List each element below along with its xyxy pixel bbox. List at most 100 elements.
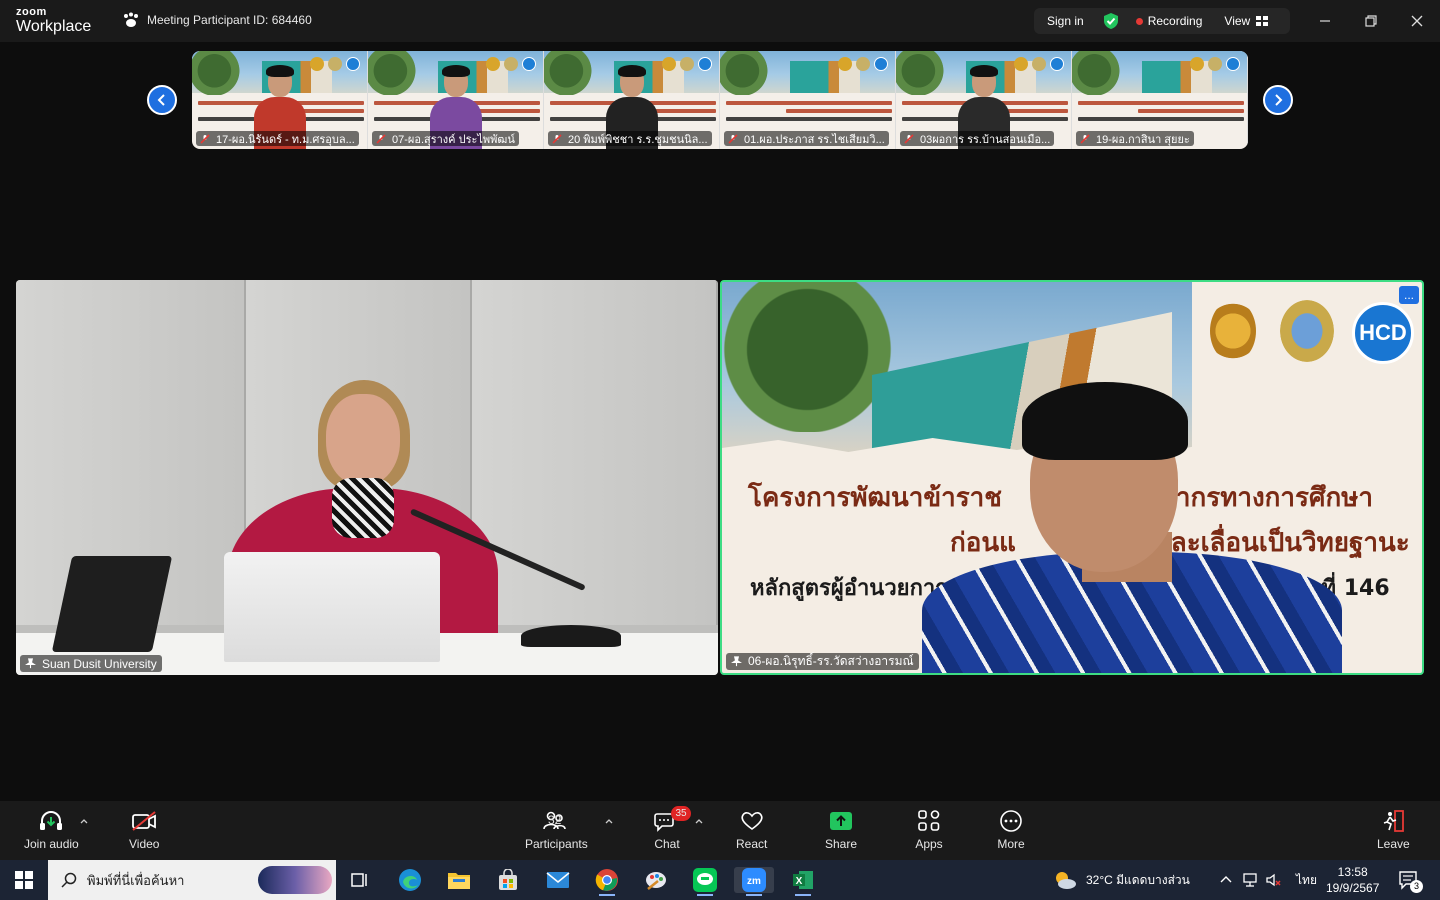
slide-logos [662,57,712,71]
restore-button[interactable] [1360,10,1382,32]
clock-date: 19/9/2567 [1326,881,1380,895]
participant-thumbnail[interactable]: 19-ผอ.กาสินา สุยยะ [1072,51,1248,149]
clock-time: 13:58 [1337,865,1368,879]
taskbar-mail[interactable] [544,867,572,893]
hcd-logo: HCD [1352,302,1414,364]
taskbar-clock[interactable]: 13:58 19/9/2567 [1326,864,1379,896]
minimize-button[interactable] [1314,10,1336,32]
close-icon [1411,15,1423,27]
slide-text-lines [726,97,892,131]
slide-logos [486,57,536,71]
participant-name: 01.ผอ.ประภาส รร.ไชเสียมวิ... [744,133,885,146]
leave-button[interactable]: Leave [1377,809,1410,851]
more-button[interactable]: More [997,809,1025,851]
network-icon [1243,873,1257,887]
react-button[interactable]: React [736,809,767,851]
close-button[interactable] [1406,10,1428,32]
meeting-info[interactable]: Meeting Participant ID: 684460 [122,12,312,28]
participant-name-tag: 17-ผอ.นิรันดร์ - ท.ม.ศรอุบล... [196,131,359,146]
ministry-emblem-logo [1210,300,1256,362]
participant-name-tag: 19-ผอ.กาสินา สุยยะ [1076,131,1194,146]
store-bag-icon [499,869,517,890]
line-app-icon [693,868,717,892]
video-label: Video [129,837,160,851]
video-off-icon [132,811,157,831]
tray-volume[interactable] [1265,860,1283,900]
participant-thumbnail[interactable]: 17-ผอ.นิรันดร์ - ท.ม.ศรอุบล... [192,51,368,149]
running-indicator [746,894,762,896]
participant-name: 19-ผอ.กาสินา สุยยะ [1096,133,1190,146]
partly-sunny-icon [1056,872,1076,889]
windows-start-icon[interactable] [15,871,33,889]
participant-name: Suan Dusit University [42,656,157,671]
taskbar-excel[interactable]: X [789,867,817,896]
taskbar-file-explorer[interactable] [445,867,473,893]
leave-label: Leave [1377,837,1410,851]
more-dots-icon [1000,810,1022,832]
participant-name-tag: 20 พิมพ์พิชชา ร.ร.ชุมชนนิล... [548,131,712,146]
excel-icon: X [793,871,813,889]
notification-center-button[interactable]: 3 [1398,870,1423,895]
tray-show-hidden[interactable] [1219,860,1233,900]
taskbar-chrome[interactable] [593,867,621,896]
tile-more-options-button[interactable]: ... [1399,286,1419,304]
apps-button[interactable]: Apps [915,809,943,851]
minimize-icon [1320,20,1330,22]
view-button[interactable]: View [1224,14,1269,28]
taskbar-edge[interactable] [396,867,424,893]
tray-language[interactable]: ไทย [1296,860,1317,900]
apps-label: Apps [915,837,943,851]
taskbar-search-box[interactable]: พิมพ์ที่นี่เพื่อค้นหา [48,860,336,900]
weather-widget[interactable]: 32°C มีแดดบางส่วน [1052,860,1190,900]
volume-muted-icon [1266,873,1281,887]
meeting-info-icon [124,12,138,27]
view-label: View [1224,14,1251,28]
chat-unread-badge: 35 [671,806,691,821]
task-view-button[interactable] [346,867,374,893]
slide-tree [720,51,776,95]
join-audio-button[interactable]: Join audio [24,809,79,851]
paint-palette-icon [646,872,666,890]
security-shield-icon[interactable] [1102,12,1120,30]
react-label: React [736,837,768,851]
search-placeholder: พิมพ์ที่นี่เพื่อค้นหา [87,872,185,888]
microphone-base [521,625,621,647]
participants-button[interactable]: 32 Participants [525,809,588,851]
recording-indicator[interactable]: Recording [1135,14,1203,28]
search-icon [61,872,77,888]
participant-thumbnail[interactable]: 07-ผอ.สุรางค์ ประไพพัฒน์ [368,51,544,149]
participant-name: 20 พิมพ์พิชชา ร.ร.ชุมชนนิล... [568,133,708,146]
taskbar-line[interactable] [691,867,719,896]
zoom-app-icon: zm [742,868,766,892]
chat-options-chevron-icon[interactable] [694,816,704,826]
running-indicator [795,894,811,896]
taskbar-paint-app[interactable] [642,867,670,893]
participants-options-chevron-icon[interactable] [604,816,614,826]
windows-taskbar: พิมพ์ที่นี่เพื่อค้นหา zm X 32°C มีแดดบาง… [0,860,1440,900]
share-button[interactable]: Share [825,809,857,851]
wall-panel [472,280,718,625]
participant-thumbnail[interactable]: 01.ผอ.ประภาส รร.ไชเสียมวิ... [720,51,896,149]
zoom-app-letters: zm [747,876,761,887]
slide-logos [1190,57,1240,71]
taskbar-store[interactable] [494,867,522,893]
video-button[interactable]: Video [129,809,159,851]
leave-door-icon [1384,810,1405,832]
next-page-button[interactable] [1263,85,1293,115]
video-tile-active-speaker[interactable]: HCD โครงการพัฒนาข้าราช ลากรทางการศึกษา ก… [720,280,1424,675]
tray-network[interactable] [1242,860,1260,900]
participant-thumbnail[interactable]: 03ผอการ รร.บ้านสอนเมือ... [896,51,1072,149]
video-tile-suan-dusit[interactable]: Suan Dusit University [16,280,718,675]
sign-in-button[interactable]: Sign in [1047,14,1084,28]
audio-options-chevron-icon[interactable] [79,816,89,826]
participant-name-tag: 01.ผอ.ประภาส รร.ไชเสียมวิ... [724,131,889,146]
slide-logos [310,57,360,71]
participant-thumbnail[interactable]: 20 พิมพ์พิชชา ร.ร.ชุมชนนิล... [544,51,720,149]
chat-button[interactable]: 35 Chat [653,806,691,851]
brand-top: zoom [16,6,47,18]
taskbar-zoom[interactable]: zm [734,867,774,896]
prev-page-button[interactable] [147,85,177,115]
title-bar: zoom Workplace Meeting Participant ID: 6… [0,0,1440,42]
recording-label: Recording [1147,14,1203,28]
chevron-left-icon [157,94,165,106]
